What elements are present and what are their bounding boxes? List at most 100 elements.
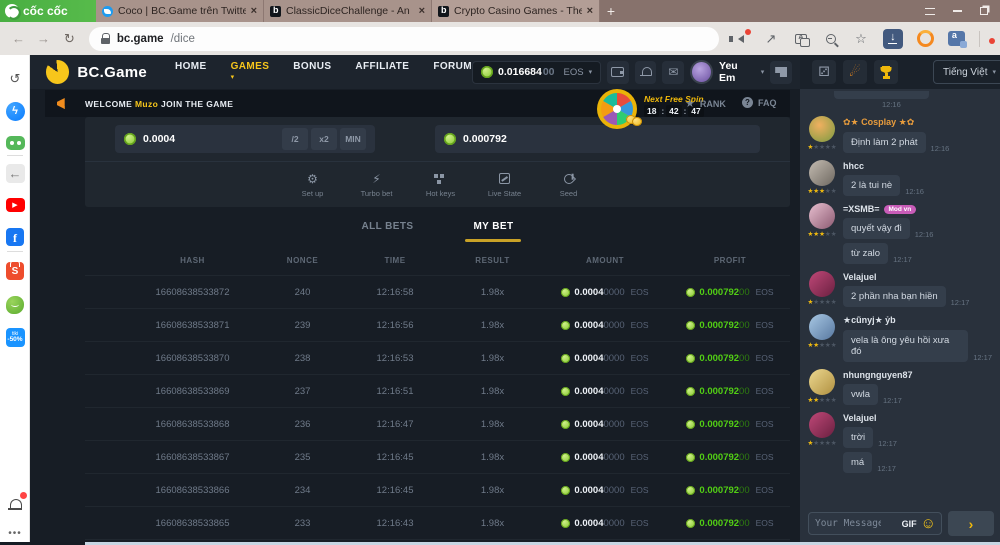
bcgame-logo-icon[interactable]	[46, 60, 69, 84]
tab-close-icon[interactable]: ×	[419, 5, 425, 17]
zoom-out-icon[interactable]	[823, 31, 839, 47]
chat-toggle-button[interactable]	[770, 61, 792, 84]
table-row[interactable]: 16608638533866 234 12:16:45 1.98x 0.0004…	[85, 473, 790, 506]
balance-value-pad: 00	[543, 66, 555, 78]
tool-label: Seed	[560, 189, 578, 198]
avatar[interactable]	[809, 116, 835, 142]
green-app-icon[interactable]	[5, 295, 25, 315]
chat-username[interactable]: Velajuel	[843, 272, 992, 282]
avatar[interactable]	[809, 160, 835, 186]
add-shortcut-icon[interactable]: ←	[5, 163, 25, 183]
tab-close-icon[interactable]: ×	[587, 5, 593, 17]
table-row[interactable]: 16608638533872 240 12:16:58 1.98x 0.0004…	[85, 275, 790, 308]
chat-username[interactable]: ★cũnyj★ ỷb	[843, 315, 992, 326]
half-bet-button[interactable]: /2	[282, 128, 308, 150]
hot-games-button[interactable]: ☄	[843, 60, 867, 84]
table-row[interactable]: 16608638533865 233 12:16:43 1.98x 0.0004…	[85, 506, 790, 539]
bookmark-star-icon[interactable]: ☆	[853, 31, 869, 47]
bet-nonce: 236	[260, 419, 345, 430]
avatar[interactable]	[809, 203, 835, 229]
dice-games-button[interactable]: ⚂	[812, 60, 836, 84]
hot-keys-button[interactable]: Hot keys	[417, 172, 465, 198]
browser-tab-twitter[interactable]: Coco | BC.Game trên Twitter: ×	[96, 0, 264, 22]
star-icon: ★	[685, 97, 695, 110]
avatar[interactable]	[809, 412, 835, 438]
restore-icon[interactable]	[980, 7, 988, 15]
browser-tab-challenge[interactable]: ClassicDiceChallenge - An ×	[264, 0, 432, 22]
double-bet-button[interactable]: x2	[311, 128, 337, 150]
reload-icon[interactable]: ↻	[64, 31, 75, 47]
tab-all-bets[interactable]: ALL BETS	[360, 215, 416, 238]
table-row[interactable]: 16608638533871 239 12:16:56 1.98x 0.0004…	[85, 308, 790, 341]
forward-icon[interactable]: →	[37, 31, 50, 46]
chat-username[interactable]: ✿★ Cosplay ★✿	[843, 117, 992, 128]
table-row[interactable]: 16608638533869 237 12:16:51 1.98x 0.0004…	[85, 374, 790, 407]
chat-message-input[interactable]	[809, 518, 887, 529]
nav-bonus[interactable]: BONUS	[293, 55, 331, 94]
table-row[interactable]: 16608638533870 238 12:16:53 1.98x 0.0004…	[85, 341, 790, 374]
avatar[interactable]	[809, 271, 835, 297]
tiki-deal-icon[interactable]: tiki-50%	[5, 327, 25, 347]
nav-forum[interactable]: FORUM	[433, 55, 472, 94]
chat-username[interactable]: =XSMB=Mod vn	[843, 204, 992, 214]
chat-message-list[interactable]: 12:16 ★★★★★★ ✿★ Cosplay ★✿ Định làm 2 ph…	[800, 89, 1000, 504]
eos-coin-icon	[481, 66, 493, 78]
history-icon[interactable]: ↺	[5, 69, 25, 89]
user-avatar[interactable]	[690, 60, 713, 84]
notifications-button[interactable]	[635, 61, 657, 84]
chat-username[interactable]: hhcc	[843, 161, 992, 171]
site-title[interactable]: BC.Game	[77, 64, 147, 81]
tab-close-icon[interactable]: ×	[251, 5, 257, 17]
url-bar[interactable]: bc.game/dice	[89, 27, 719, 51]
faq-link[interactable]: ? FAQ	[742, 97, 777, 108]
bet-amount: 0.00040000EOS	[540, 320, 670, 331]
col-result: RESULT	[445, 256, 540, 265]
contest-button[interactable]	[874, 60, 898, 84]
language-selector[interactable]: Tiếng Việt▾	[933, 60, 1000, 84]
minimize-icon[interactable]	[953, 10, 962, 12]
table-row[interactable]: 16608638533868 236 12:16:47 1.98x 0.0004…	[85, 407, 790, 440]
notification-bell-icon[interactable]	[5, 495, 25, 515]
chat-username[interactable]: Velajuel	[843, 413, 992, 423]
setup-button[interactable]: ⚙ Set up	[289, 172, 337, 198]
chat-username[interactable]: nhungnguyen87	[843, 370, 992, 380]
coccoc-update-icon[interactable]	[917, 30, 934, 47]
seed-button[interactable]: Seed	[545, 172, 593, 198]
translate-page-icon[interactable]	[948, 31, 965, 46]
live-stats-button[interactable]: Live State	[481, 172, 529, 198]
share-external-icon[interactable]: ↗	[763, 31, 779, 47]
new-tab-button[interactable]: +	[600, 0, 622, 22]
messages-button[interactable]: ✉	[662, 61, 684, 84]
turbo-bet-button[interactable]: ⚡ Turbo bet	[353, 172, 401, 198]
wallet-button[interactable]	[607, 61, 629, 84]
back-icon[interactable]: ←	[12, 31, 25, 46]
browser-tab-active[interactable]: Crypto Casino Games - The 8 ×	[432, 0, 600, 22]
gif-button[interactable]: GIF	[902, 519, 917, 529]
translate-icon[interactable]	[793, 31, 809, 47]
send-message-button[interactable]: ›	[948, 511, 994, 536]
games-icon[interactable]	[5, 133, 25, 153]
balance-selector[interactable]: 0.01668400 EOS ▾	[472, 61, 601, 84]
bet-amount-input[interactable]: 0.0004 /2 x2 MIN	[115, 125, 375, 153]
nav-games[interactable]: GAMES ▾	[231, 55, 270, 94]
avatar[interactable]	[809, 369, 835, 395]
min-bet-button[interactable]: MIN	[340, 128, 366, 150]
username-label[interactable]: Yeu Em	[719, 60, 755, 84]
shopee-icon[interactable]: S	[5, 261, 25, 281]
facebook-icon[interactable]: f	[5, 227, 25, 247]
messenger-icon[interactable]: ϟ	[5, 101, 25, 121]
more-options-icon[interactable]: •••	[5, 523, 25, 543]
rank-link[interactable]: ★ RANK	[685, 97, 726, 110]
nav-affiliate[interactable]: AFFILIATE	[355, 55, 409, 94]
tab-my-bet[interactable]: MY BET	[471, 215, 515, 238]
tool-label: Set up	[302, 189, 324, 198]
emoji-icon[interactable]: ☺	[921, 517, 936, 531]
avatar[interactable]	[809, 314, 835, 340]
nav-home[interactable]: HOME	[175, 55, 207, 94]
mute-speaker-icon[interactable]	[733, 31, 749, 47]
table-row[interactable]: 16608638533867 235 12:16:45 1.98x 0.0004…	[85, 440, 790, 473]
coccoc-brand[interactable]: cốc cốc	[0, 0, 96, 22]
youtube-icon[interactable]: ▶	[5, 195, 25, 215]
tab-list-icon[interactable]	[925, 8, 935, 15]
download-button[interactable]: ↓	[883, 29, 903, 49]
